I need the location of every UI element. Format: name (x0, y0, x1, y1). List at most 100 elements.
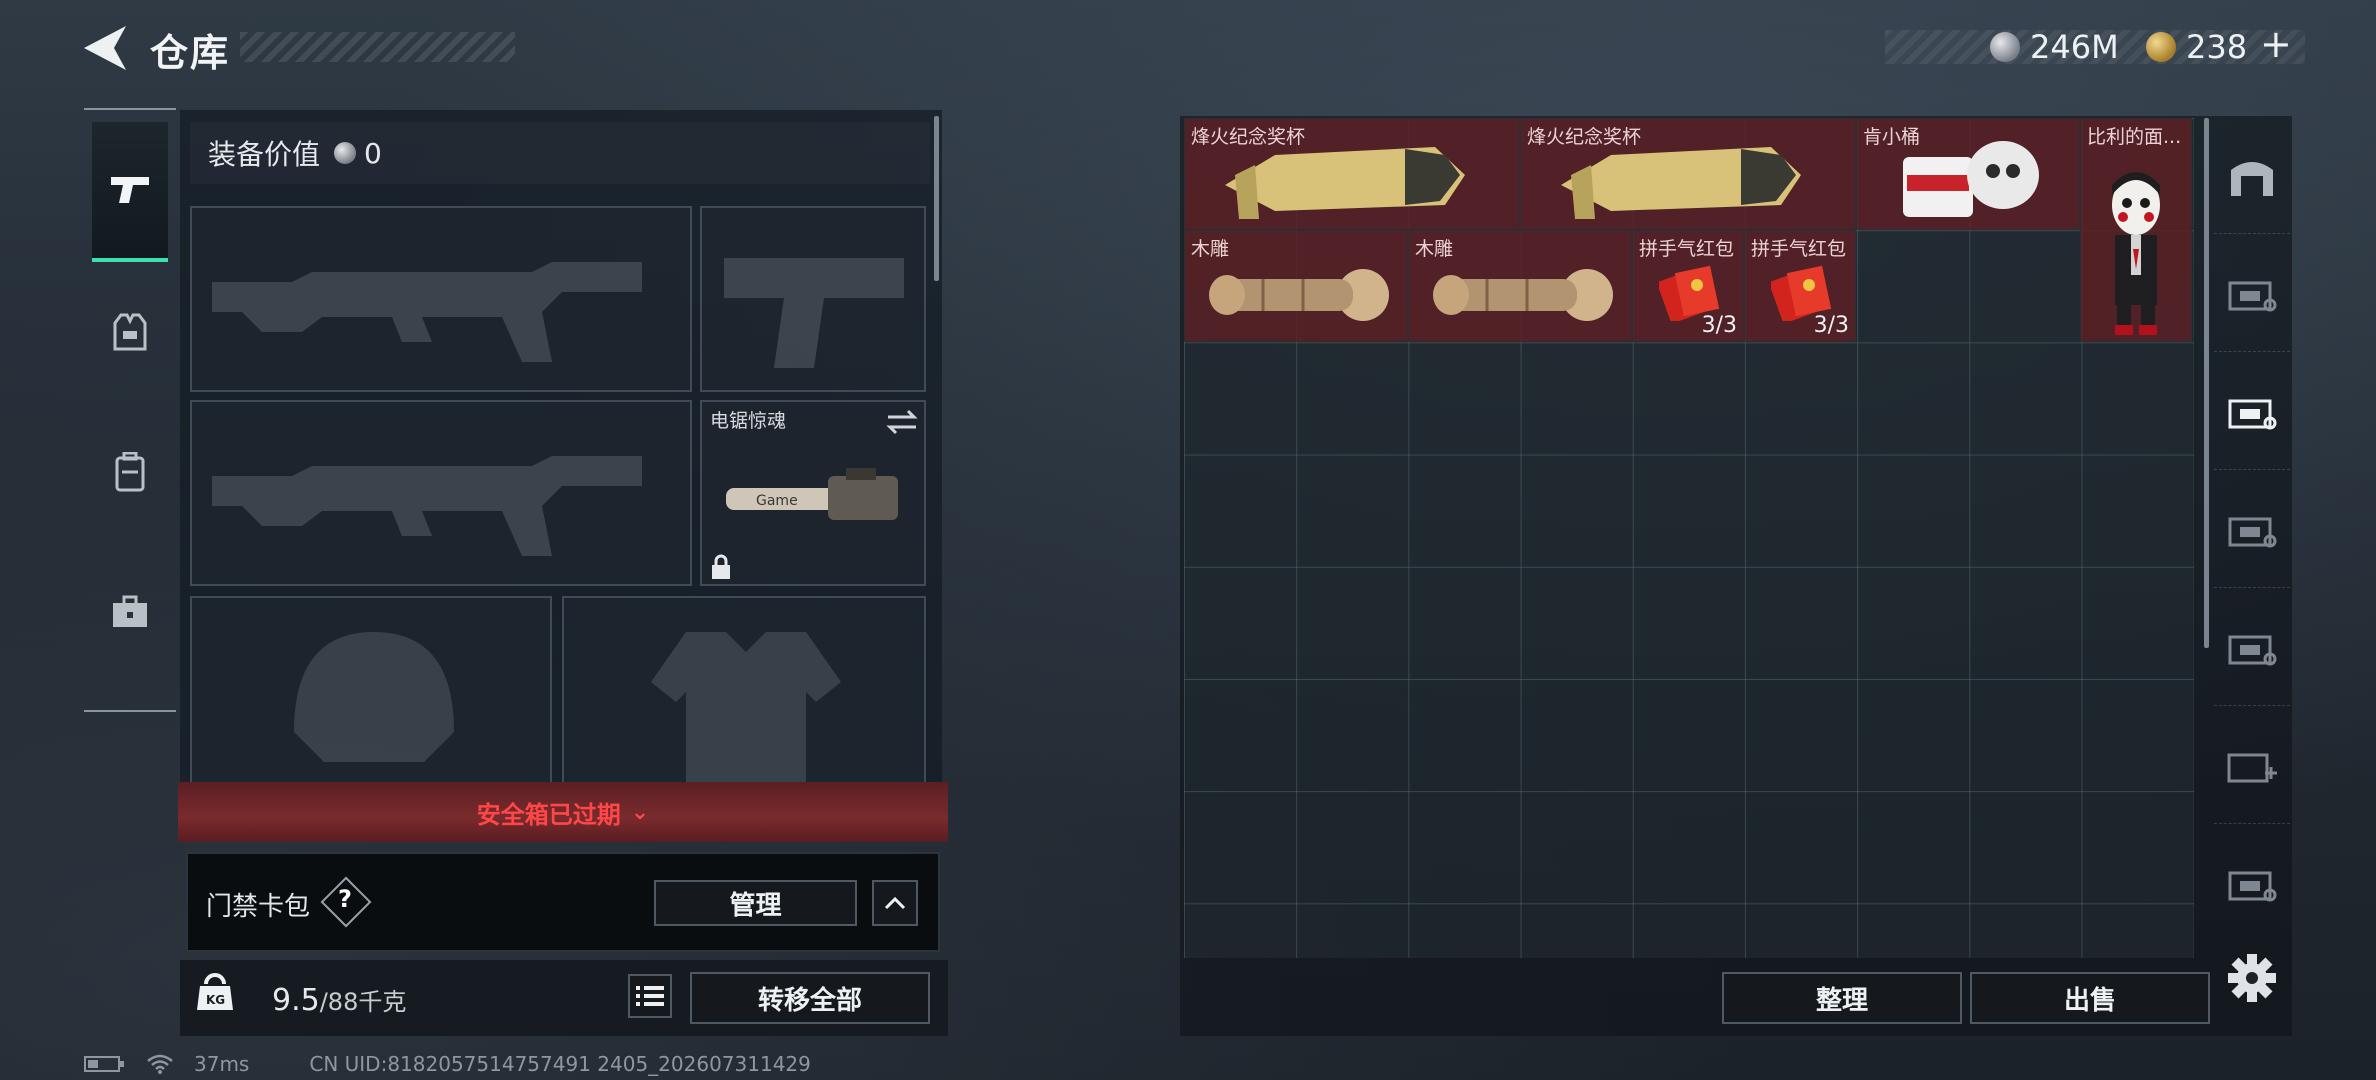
item-name: 木雕 (1191, 238, 1230, 260)
equipment-value: 装备价值 0 (190, 122, 930, 184)
back-arrow-icon[interactable] (82, 24, 128, 72)
silver-amount: 246M (2030, 28, 2119, 66)
item-stack-count: 3/3 (1813, 313, 1849, 338)
expansion-box-icon (2228, 871, 2277, 902)
puppet-icon (2112, 172, 2160, 335)
silver-coin-icon (1990, 32, 2020, 62)
item-stack-count: 3/3 (1701, 313, 1737, 338)
storage-scrollbar[interactable] (2204, 118, 2209, 648)
title-decoration (240, 32, 515, 62)
equipment-scrollbar[interactable] (934, 116, 939, 281)
pistol-icon (111, 177, 149, 203)
wood-carving-icon (1209, 269, 1389, 321)
list-view-button[interactable] (628, 974, 672, 1018)
manage-button[interactable]: 管理 (654, 880, 857, 926)
item-name: 比利的面... (2087, 126, 2182, 148)
item-red-envelope-1[interactable]: 拼手气红包 3/3 (1632, 230, 1744, 342)
briefcase-icon (113, 595, 147, 627)
item-name: 木雕 (1415, 238, 1454, 260)
tab-case[interactable] (92, 542, 168, 682)
weight-max: /88千克 (319, 988, 407, 1016)
melee-slot[interactable]: 电锯惊魂 Game (700, 400, 926, 586)
help-icon[interactable]: ? (338, 885, 352, 913)
warehouse-tab-rail (2214, 116, 2290, 956)
melee-item-name: 电锯惊魂 (710, 410, 787, 432)
backpack-icon (115, 452, 145, 492)
add-currency-button[interactable]: + (2260, 22, 2292, 66)
weight-current: 9.5 (272, 983, 320, 1018)
warehouse-tab-4[interactable] (2214, 470, 2290, 588)
vest-silhouette-icon (651, 632, 841, 782)
item-red-envelope-2[interactable]: 拼手气红包 3/3 (1744, 230, 1856, 342)
wifi-icon (147, 1054, 173, 1074)
bucket-icon (1903, 141, 2039, 217)
add-expansion-icon (2227, 753, 2277, 782)
chevron-up-icon (884, 896, 906, 910)
ping-readout: 37ms (194, 1052, 250, 1076)
armor-slot[interactable] (562, 596, 926, 786)
status-bar: 37ms CN UID:8182057514757491 2405_202607… (84, 1052, 811, 1076)
item-trophy-1[interactable]: 烽火纪念奖杯 (1184, 118, 1520, 230)
warehouse-tab-main[interactable] (2214, 116, 2290, 234)
helmet-slot[interactable] (190, 596, 552, 786)
item-wood-carving-2[interactable]: 木雕 (1408, 230, 1632, 342)
equipment-value-label: 装备价值 (208, 138, 321, 171)
chevron-down-icon: ⌄ (630, 799, 650, 825)
warehouse-tab-7[interactable] (2214, 824, 2290, 942)
item-trophy-2[interactable]: 烽火纪念奖杯 (1520, 118, 1856, 230)
item-wood-carving-1[interactable]: 木雕 (1184, 230, 1408, 342)
secondary-weapon-slot[interactable] (190, 400, 692, 586)
helmet-silhouette-icon (294, 632, 454, 762)
storehouse-icon (2231, 161, 2273, 196)
safe-box-expired-banner[interactable]: 安全箱已过期 ⌄ (178, 782, 948, 842)
safe-box-label: 安全箱已过期 (476, 800, 621, 829)
primary-weapon-slot[interactable] (190, 206, 692, 392)
category-rail (84, 108, 176, 712)
svg-text:Game: Game (756, 493, 798, 509)
list-icon (636, 986, 664, 1006)
rifle-silhouette-icon (212, 262, 642, 362)
warehouse-tab-2[interactable] (2214, 234, 2290, 352)
expansion-box-icon (2228, 399, 2277, 429)
gold-coin-icon (2146, 32, 2176, 62)
svg-text:KG: KG (206, 993, 225, 1007)
chainsaw-icon: Game (726, 468, 898, 520)
swap-icon[interactable] (886, 408, 918, 436)
warehouse-tab-add[interactable] (2214, 706, 2290, 824)
transfer-all-button[interactable]: 转移全部 (690, 972, 930, 1024)
item-name: 拼手气红包 (1639, 238, 1735, 260)
item-bucket[interactable]: 肯小桶 (1856, 118, 2080, 230)
page-title: 仓库 (150, 31, 231, 75)
vest-icon (113, 313, 147, 351)
kg-weight-icon: KG (197, 973, 233, 1010)
item-name: 拼手气红包 (1751, 238, 1847, 260)
warehouse-tab-5[interactable] (2214, 588, 2290, 706)
equipment-value-amount: 0 (364, 136, 382, 170)
trophy-icon (1225, 147, 1465, 219)
uid-readout: CN UID:8182057514757491 2405_20260731142… (309, 1052, 811, 1076)
rifle-silhouette-icon (212, 456, 642, 556)
tab-backpack[interactable] (92, 402, 168, 542)
battery-icon (84, 1056, 124, 1072)
sell-button[interactable]: 出售 (1970, 972, 2210, 1024)
item-billy-mask[interactable]: 比利的面... (2080, 118, 2192, 342)
expansion-box-icon (2228, 517, 2277, 547)
silver-coin-icon (334, 142, 357, 164)
gear-icon[interactable] (2224, 950, 2280, 1006)
pistol-silhouette-icon (724, 258, 904, 368)
expansion-box-icon (2228, 635, 2277, 665)
pistol-slot[interactable] (700, 206, 926, 392)
collapse-button[interactable] (872, 880, 918, 926)
weight-readout: 9.5/88千克 (272, 982, 406, 1018)
red-envelope-icon (1659, 265, 1720, 321)
gold-amount: 238 (2186, 28, 2248, 66)
warehouse-tab-3[interactable] (2214, 352, 2290, 470)
tab-weapons[interactable] (92, 122, 168, 262)
wood-carving-icon (1433, 269, 1613, 321)
expansion-box-icon (2228, 281, 2277, 311)
tab-armor[interactable] (92, 262, 168, 402)
lock-icon (712, 554, 730, 579)
keycard-label: 门禁卡包 (206, 892, 311, 922)
sort-button[interactable]: 整理 (1722, 972, 1962, 1024)
trophy-icon (1561, 147, 1801, 219)
